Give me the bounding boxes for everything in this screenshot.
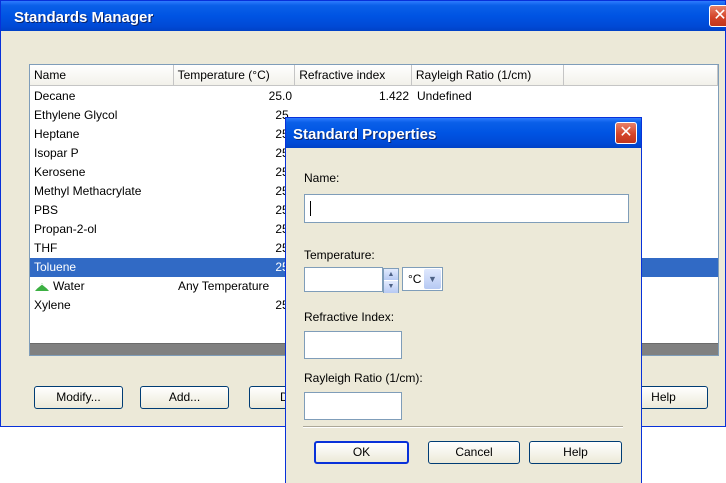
column-header-temperature[interactable]: Temperature (°C) xyxy=(173,65,296,86)
cell-name: Ethylene Glycol xyxy=(34,108,118,122)
cell-name: PBS xyxy=(34,203,59,217)
cell-name: Kerosene xyxy=(34,165,86,179)
cell-name: Methyl Methacrylate xyxy=(34,184,142,198)
spin-up-icon[interactable]: ▲ xyxy=(384,269,398,281)
chevron-down-icon[interactable]: ▼ xyxy=(424,269,441,289)
cell-temperature: 25. xyxy=(275,108,292,122)
refractive-index-label: Refractive Index: xyxy=(304,310,395,324)
temperature-label: Temperature: xyxy=(304,248,375,262)
window-title: Standards Manager xyxy=(14,9,154,26)
rayleigh-ratio-label: Rayleigh Ratio (1/cm): xyxy=(304,371,423,385)
dialog-divider xyxy=(303,426,623,428)
title-bar[interactable]: Standards Manager ✕ xyxy=(1,1,726,31)
rayleigh-ratio-field[interactable] xyxy=(304,392,402,420)
add-button[interactable]: Add... xyxy=(140,386,229,409)
cell-name: Xylene xyxy=(34,298,71,312)
column-header-rayleigh-ratio[interactable]: Rayleigh Ratio (1/cm) xyxy=(411,65,565,86)
cell-refractive-index: 1.422 xyxy=(378,89,409,103)
close-button[interactable]: ✕ xyxy=(709,5,726,27)
standard-properties-dialog: Standard Properties ✕ Name: Temperature:… xyxy=(285,117,642,483)
cell-name: Decane xyxy=(34,89,76,103)
dialog-title: Standard Properties xyxy=(293,126,437,143)
temperature-stepper[interactable]: ▲ ▼ xyxy=(383,268,399,293)
water-standard-icon xyxy=(35,282,49,291)
cell-temperature: 25. xyxy=(275,298,292,312)
cell-temperature: 25. xyxy=(275,184,292,198)
dialog-close-button[interactable]: ✕ xyxy=(615,122,637,144)
cell-temperature: 25. xyxy=(275,203,292,217)
name-field[interactable] xyxy=(304,194,629,223)
cell-temperature: Any Temperature xyxy=(178,279,270,293)
column-header-empty xyxy=(564,65,718,86)
cell-name: Toluene xyxy=(34,260,77,274)
dialog-help-button[interactable]: Help xyxy=(529,441,622,464)
text-caret xyxy=(310,201,311,216)
cell-name: Isopar P xyxy=(34,146,79,160)
modify-button[interactable]: Modify... xyxy=(34,386,123,409)
temperature-field[interactable] xyxy=(304,267,383,292)
dialog-title-bar[interactable]: Standard Properties ✕ xyxy=(286,118,641,148)
cell-temperature: 25. xyxy=(275,165,292,179)
close-icon: ✕ xyxy=(713,7,726,24)
cell-temperature: 25. xyxy=(275,222,292,236)
name-label: Name: xyxy=(304,171,340,185)
close-icon: ✕ xyxy=(619,124,633,141)
cell-temperature: 25. xyxy=(275,127,292,141)
unit-select[interactable]: °C ▼ xyxy=(402,267,443,291)
cell-name: Propan-2-ol xyxy=(34,222,97,236)
table-row[interactable]: Decane 25.0 1.422 Undefined xyxy=(30,87,718,106)
cell-name: Heptane xyxy=(34,127,80,141)
cell-temperature: 25. xyxy=(275,146,292,160)
refractive-index-field[interactable] xyxy=(304,331,402,359)
cancel-button[interactable]: Cancel xyxy=(428,441,520,464)
unit-value: °C xyxy=(408,272,422,286)
column-header-name[interactable]: Name xyxy=(30,65,174,86)
cell-temperature: 25.0 xyxy=(268,89,292,103)
cell-temperature: 25. xyxy=(275,260,292,274)
cell-name: Water xyxy=(30,277,174,296)
cell-name: THF xyxy=(34,241,58,255)
cell-name-text: Water xyxy=(53,279,85,293)
column-header-refractive-index[interactable]: Refractive index xyxy=(295,65,412,86)
ok-button[interactable]: OK xyxy=(314,441,409,464)
cell-rayleigh: Undefined xyxy=(417,89,472,103)
cell-temperature: 25. xyxy=(275,241,292,255)
spin-down-icon[interactable]: ▼ xyxy=(384,281,398,293)
list-header: Name Temperature (°C) Refractive index R… xyxy=(30,65,718,86)
